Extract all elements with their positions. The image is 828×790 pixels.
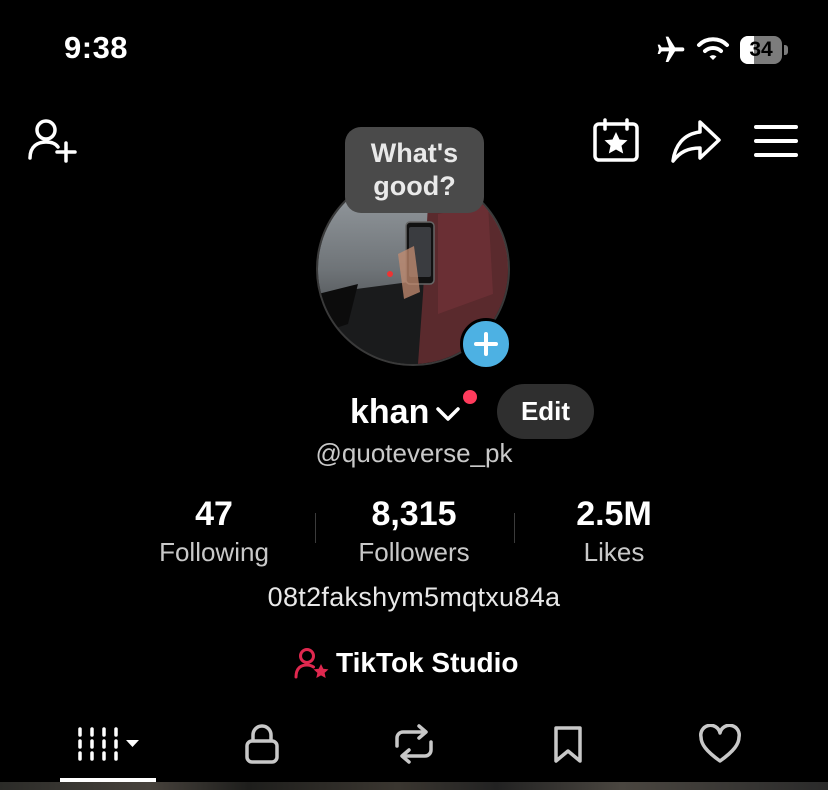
- bio: 08t2fakshym5mqtxu84a: [267, 582, 561, 612]
- stat-likes[interactable]: 2.5M Likes: [514, 494, 714, 568]
- lock-icon: [245, 724, 279, 764]
- username: @quoteverse_pk: [315, 438, 513, 468]
- battery-level: 34: [749, 38, 773, 61]
- tab-videos[interactable]: [60, 720, 156, 768]
- calendar-star-icon[interactable]: [592, 118, 640, 162]
- plus-icon: [474, 332, 498, 356]
- studio-person-star-icon: [294, 648, 329, 679]
- notification-dot: [463, 390, 477, 404]
- note-bubble[interactable]: What's good?: [345, 127, 484, 213]
- battery-icon: 34: [740, 36, 788, 64]
- stat-label: Following: [159, 537, 269, 567]
- add-friend-icon[interactable]: [26, 116, 78, 164]
- tab-private[interactable]: [236, 720, 288, 768]
- edit-profile-button[interactable]: Edit: [497, 384, 594, 439]
- stat-value: 2.5M: [576, 495, 652, 533]
- repost-icon: [395, 724, 433, 764]
- grid-icon: [78, 727, 139, 761]
- studio-label: TikTok Studio: [336, 647, 519, 678]
- profile-screen: 9:38 34 What's good? khan Edit @quotever…: [0, 0, 828, 790]
- add-story-button[interactable]: [460, 318, 512, 370]
- share-icon[interactable]: [670, 118, 722, 164]
- stat-value: 8,315: [371, 495, 457, 533]
- tab-liked[interactable]: [694, 720, 746, 768]
- chevron-down-icon: [436, 407, 461, 421]
- display-name: khan: [350, 392, 430, 431]
- tab-reposts[interactable]: [388, 720, 440, 768]
- stat-label: Followers: [358, 537, 470, 567]
- display-name-switcher[interactable]: khan: [350, 388, 461, 436]
- tab-saved[interactable]: [542, 720, 594, 768]
- bookmark-icon: [554, 726, 582, 763]
- heart-icon: [699, 724, 741, 763]
- video-grid-preview[interactable]: [0, 782, 828, 790]
- airplane-icon: [657, 36, 685, 62]
- stat-following[interactable]: 47 Following: [114, 494, 314, 568]
- menu-icon[interactable]: [754, 124, 798, 158]
- stat-followers[interactable]: 8,315 Followers: [314, 494, 514, 568]
- wifi-icon: [697, 37, 729, 60]
- stat-label: Likes: [583, 537, 645, 567]
- status-time: 9:38: [64, 30, 129, 65]
- tiktok-studio-link[interactable]: TikTok Studio: [294, 644, 519, 682]
- stat-value: 47: [195, 495, 233, 533]
